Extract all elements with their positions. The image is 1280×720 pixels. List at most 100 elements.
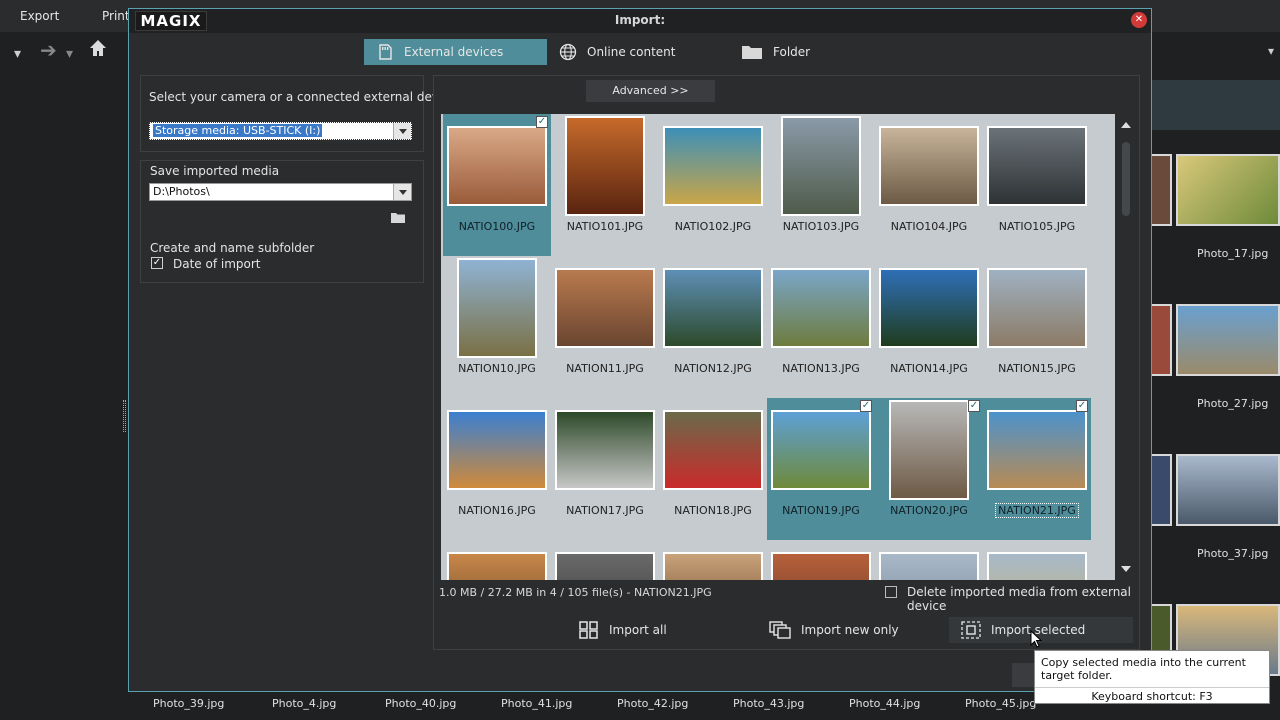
background-thumbnail[interactable] — [1176, 454, 1280, 526]
redo-arrow-icon[interactable]: ➔ — [40, 38, 57, 62]
media-thumbnail[interactable] — [987, 126, 1087, 206]
close-button[interactable]: ✕ — [1131, 12, 1147, 28]
media-scrollbar[interactable] — [1117, 114, 1135, 580]
media-thumbnail[interactable] — [987, 268, 1087, 348]
media-filename: NATIO100.JPG — [458, 220, 536, 233]
menu-print[interactable]: Print — [102, 9, 130, 23]
media-thumbnail[interactable] — [987, 552, 1087, 580]
media-filename: NATION13.JPG — [782, 362, 860, 375]
redo-dropdown-icon[interactable]: ▾ — [66, 46, 73, 62]
media-item-checkbox[interactable]: ✓ — [1076, 400, 1088, 412]
media-thumbnail[interactable] — [781, 116, 861, 216]
media-thumbnail[interactable] — [879, 268, 979, 348]
media-thumbnail[interactable] — [663, 126, 763, 206]
media-thumbnail[interactable] — [879, 126, 979, 206]
media-item[interactable] — [767, 540, 875, 580]
media-item[interactable]: NATION16.JPG — [443, 398, 551, 540]
media-item[interactable]: NATION12.JPG — [659, 256, 767, 398]
menu-export[interactable]: Export — [20, 9, 59, 23]
background-panel — [1150, 80, 1280, 130]
media-item[interactable]: ✓ NATION21.JPG — [983, 398, 1091, 540]
advanced-button[interactable]: Advanced >> — [586, 80, 715, 102]
media-item-label: NATIO102.JPG — [659, 220, 767, 233]
tab-online-content[interactable]: Online content — [547, 39, 717, 65]
device-select-value: Storage media: USB-STICK (I:) — [153, 124, 323, 137]
media-thumbnail[interactable] — [771, 410, 871, 490]
media-item[interactable]: ✓ NATION19.JPG — [767, 398, 875, 540]
media-item[interactable]: NATION18.JPG — [659, 398, 767, 540]
media-thumbnail[interactable] — [771, 552, 871, 580]
media-item-label: NATION13.JPG — [767, 362, 875, 375]
home-icon[interactable] — [88, 38, 108, 63]
right-dropdown-icon[interactable]: ▾ — [1268, 44, 1274, 58]
media-thumbnail[interactable] — [889, 400, 969, 500]
media-item[interactable]: NATIO103.JPG — [767, 114, 875, 256]
undo-dropdown-icon[interactable]: ▾ — [14, 46, 21, 62]
media-filename: NATIO102.JPG — [674, 220, 752, 233]
media-item[interactable]: NATION13.JPG — [767, 256, 875, 398]
background-thumbnail[interactable] — [1176, 154, 1280, 226]
media-item[interactable] — [551, 540, 659, 580]
media-thumbnail[interactable] — [663, 268, 763, 348]
date-of-import-checkbox[interactable]: ✓ — [151, 257, 163, 269]
import-selected-tooltip: Copy selected media into the current tar… — [1034, 650, 1270, 704]
media-item[interactable] — [659, 540, 767, 580]
scroll-thumb[interactable] — [1122, 142, 1130, 216]
media-item[interactable] — [983, 540, 1091, 580]
media-thumbnail[interactable] — [663, 552, 763, 580]
media-item[interactable] — [443, 540, 551, 580]
import-all-button[interactable]: Import all — [567, 617, 707, 643]
media-item[interactable] — [875, 540, 983, 580]
media-item[interactable]: NATION17.JPG — [551, 398, 659, 540]
media-item[interactable]: NATIO104.JPG — [875, 114, 983, 256]
media-filename: NATION20.JPG — [890, 504, 968, 517]
media-item[interactable]: ✓ NATION20.JPG — [875, 398, 983, 540]
dialog-titlebar[interactable]: MAGIX Import: ✕ — [129, 9, 1151, 33]
media-item[interactable]: NATION11.JPG — [551, 256, 659, 398]
media-item-label: NATION19.JPG — [767, 504, 875, 517]
media-item[interactable]: NATION15.JPG — [983, 256, 1091, 398]
media-thumbnail[interactable] — [447, 552, 547, 580]
media-thumbnail[interactable] — [987, 410, 1087, 490]
save-path-value: D:\Photos\ — [153, 185, 210, 198]
panel-splitter[interactable] — [123, 400, 126, 432]
delete-after-import-checkbox[interactable] — [885, 586, 897, 598]
media-item[interactable]: NATIO105.JPG — [983, 114, 1091, 256]
media-thumbnail[interactable] — [565, 116, 645, 216]
media-item-checkbox[interactable]: ✓ — [968, 400, 980, 412]
media-thumbnail[interactable] — [555, 552, 655, 580]
media-thumbnail[interactable] — [555, 268, 655, 348]
media-thumbnail[interactable] — [447, 126, 547, 206]
background-thumbnail[interactable] — [1150, 454, 1172, 526]
media-thumbnail[interactable] — [555, 410, 655, 490]
background-thumbnail[interactable] — [1150, 154, 1172, 226]
chevron-down-icon[interactable] — [393, 184, 411, 200]
stacked-frames-icon — [769, 621, 791, 639]
media-thumbnail[interactable] — [771, 268, 871, 348]
media-thumbnail[interactable] — [457, 258, 537, 358]
background-bottom-label: Photo_42.jpg — [617, 697, 689, 710]
media-thumbnail[interactable] — [879, 552, 979, 580]
background-thumbnail[interactable] — [1150, 304, 1172, 376]
tab-external-devices[interactable]: External devices — [364, 39, 547, 65]
save-path-select[interactable]: D:\Photos\ — [149, 183, 412, 201]
scroll-up-icon[interactable] — [1121, 122, 1131, 128]
background-thumbnail[interactable] — [1176, 304, 1280, 376]
browse-folder-icon[interactable] — [390, 211, 406, 224]
dialog-title: Import: — [614, 13, 666, 27]
scroll-down-icon[interactable] — [1121, 566, 1131, 572]
tab-folder[interactable]: Folder — [729, 39, 849, 65]
media-item-checkbox[interactable]: ✓ — [860, 400, 872, 412]
media-item-checkbox[interactable]: ✓ — [536, 116, 548, 128]
media-item[interactable]: ✓ NATIO100.JPG — [443, 114, 551, 256]
media-item[interactable]: NATION10.JPG — [443, 256, 551, 398]
media-item[interactable]: NATION14.JPG — [875, 256, 983, 398]
chevron-down-icon[interactable] — [393, 123, 411, 139]
media-item[interactable]: NATIO101.JPG — [551, 114, 659, 256]
import-new-only-label: Import new only — [801, 623, 899, 637]
media-item[interactable]: NATIO102.JPG — [659, 114, 767, 256]
media-thumbnail[interactable] — [663, 410, 763, 490]
import-new-only-button[interactable]: Import new only — [757, 617, 937, 643]
device-select[interactable]: Storage media: USB-STICK (I:) — [149, 122, 412, 140]
media-thumbnail[interactable] — [447, 410, 547, 490]
